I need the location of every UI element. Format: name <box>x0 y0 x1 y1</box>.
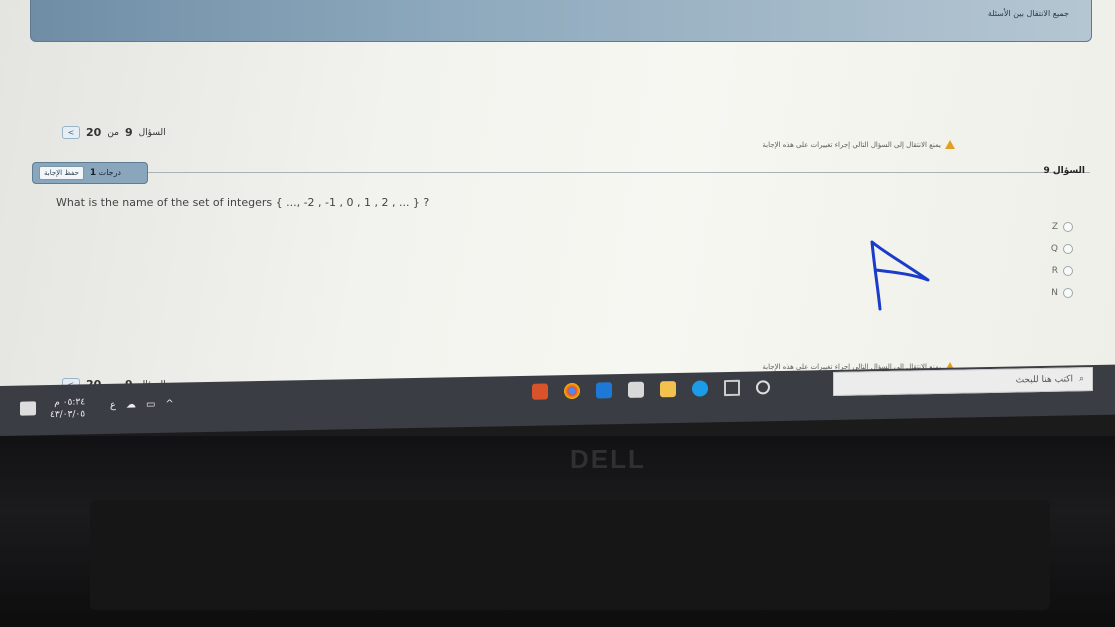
warning-icon <box>945 140 955 149</box>
files-icon[interactable] <box>660 381 676 398</box>
answer-options: Z Q R N <box>1051 216 1073 304</box>
prev-question-button[interactable]: < <box>62 126 80 139</box>
radio-button[interactable] <box>1063 244 1073 254</box>
battery-icon[interactable]: ▭ <box>146 399 155 410</box>
grade-text: درجات 1 <box>90 168 121 178</box>
task-view-icon[interactable] <box>724 379 740 397</box>
total-questions: 20 <box>86 126 102 139</box>
grade-value: 1 <box>89 168 97 178</box>
cortana-icon[interactable] <box>756 380 770 395</box>
warning-text: يمنع الانتقال إلى السؤال التالي إجراء تغ… <box>762 140 941 149</box>
radio-button[interactable] <box>1063 266 1073 276</box>
search-icon: ⌕ <box>1078 374 1084 385</box>
grade-label: درجات <box>98 168 121 177</box>
time: ٠٥:٣٤ م <box>54 397 86 408</box>
system-tray: ع ☁ ▭ ^ <box>110 399 174 411</box>
notification-icon[interactable] <box>20 401 36 416</box>
grade-box: حفظ الإجابة درجات 1 <box>32 162 148 184</box>
radio-button[interactable] <box>1063 288 1073 298</box>
question-label: السؤال <box>138 127 166 138</box>
onedrive-icon[interactable]: ☁ <box>126 399 136 410</box>
option-n[interactable]: N <box>1051 282 1073 304</box>
option-q[interactable]: Q <box>1051 238 1073 260</box>
brand-logo: DELL <box>570 444 646 474</box>
option-z[interactable]: Z <box>1051 216 1073 238</box>
search-input[interactable]: اكتب هنا للبحث ⌕ <box>833 367 1093 397</box>
option-label: N <box>1051 288 1058 298</box>
edge-icon[interactable] <box>692 380 708 397</box>
save-answer-button[interactable]: حفظ الإجابة <box>39 166 84 180</box>
question-nav-top: < 20 من 9 السؤال <box>62 126 166 139</box>
info-panel: جميع الانتقال بين الأسئلة <box>30 0 1092 42</box>
chevron-up-icon[interactable]: ^ <box>165 399 173 410</box>
pinned-apps <box>532 379 770 400</box>
warning-top: يمنع الانتقال إلى السؤال التالي إجراء تغ… <box>762 140 955 149</box>
question-number: السؤال 9 <box>1043 166 1085 176</box>
search-placeholder: اكتب هنا للبحث <box>1015 374 1073 386</box>
language-indicator[interactable]: ع <box>110 400 116 411</box>
option-label: Q <box>1050 244 1058 254</box>
date: ٤٣/٠٣/٠٥ <box>50 409 86 421</box>
of-label: من <box>107 127 119 138</box>
keyboard-edge <box>90 500 1050 610</box>
option-r[interactable]: R <box>1051 260 1073 282</box>
current-question: 9 <box>124 126 133 139</box>
question-text: What is the name of the set of integers … <box>56 196 430 209</box>
divider <box>40 172 1090 173</box>
navigation-hint: جميع الانتقال بين الأسئلة <box>987 9 1069 18</box>
mail-icon[interactable] <box>596 382 612 399</box>
radio-button[interactable] <box>1063 222 1073 232</box>
chrome-icon[interactable] <box>564 382 580 400</box>
option-label: R <box>1051 266 1058 276</box>
clock[interactable]: ٠٥:٣٤ م ٤٣/٠٣/٠٥ <box>50 396 85 421</box>
handwritten-annotation <box>870 240 930 311</box>
store-icon[interactable] <box>628 381 644 398</box>
option-label: Z <box>1051 222 1058 232</box>
browser-screen: جميع الانتقال بين الأسئلة < 20 من 9 السؤ… <box>0 0 1115 395</box>
office-icon[interactable] <box>532 383 548 400</box>
